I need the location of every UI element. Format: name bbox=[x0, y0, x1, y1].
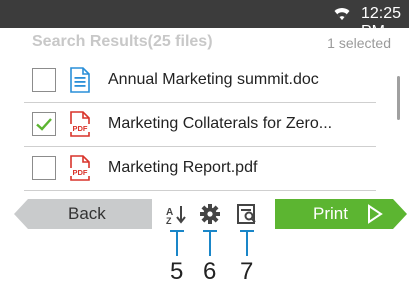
svg-text:Z: Z bbox=[166, 216, 172, 225]
callout-line bbox=[176, 230, 178, 256]
pdf-file-icon: PDF bbox=[70, 155, 90, 181]
wifi-icon bbox=[334, 8, 350, 20]
selected-count: 1 selected bbox=[327, 35, 391, 51]
doc-file-icon bbox=[70, 67, 90, 93]
pdf-label: PDF bbox=[73, 168, 88, 177]
print-label: Print bbox=[313, 204, 348, 223]
file-checkbox-checked[interactable] bbox=[32, 112, 56, 136]
file-row[interactable]: Annual Marketing summit.doc bbox=[24, 58, 376, 103]
pdf-file-icon: PDF bbox=[70, 111, 90, 137]
pdf-label: PDF bbox=[73, 124, 88, 133]
sort-icon[interactable]: A Z bbox=[165, 203, 187, 225]
preview-icon[interactable] bbox=[236, 203, 258, 225]
callout-number: 5 bbox=[170, 258, 184, 285]
file-row[interactable]: PDF Marketing Report.pdf bbox=[24, 146, 376, 191]
back-button[interactable]: Back bbox=[14, 199, 152, 229]
print-button[interactable]: Print bbox=[275, 199, 407, 229]
callout-line bbox=[246, 230, 248, 256]
callout-number: 6 bbox=[203, 258, 217, 285]
file-row[interactable]: PDF Marketing Collaterals for Zero... bbox=[24, 102, 376, 147]
file-checkbox[interactable] bbox=[32, 68, 56, 92]
scrollbar[interactable] bbox=[397, 76, 400, 120]
printer-screen: 12:25 PM Search Results(25 files) 1 sele… bbox=[0, 0, 409, 233]
file-name: Marketing Collaterals for Zero... bbox=[108, 115, 333, 132]
file-checkbox[interactable] bbox=[32, 156, 56, 180]
results-title: Search Results(25 files) bbox=[32, 33, 213, 50]
check-icon bbox=[36, 118, 52, 131]
file-name: Marketing Report.pdf bbox=[108, 159, 258, 176]
status-bar: 12:25 PM bbox=[0, 0, 409, 40]
file-name: Annual Marketing summit.doc bbox=[108, 71, 319, 88]
callout-number: 7 bbox=[240, 258, 254, 285]
back-label: Back bbox=[68, 204, 106, 223]
callout-line bbox=[209, 230, 211, 256]
gear-icon[interactable] bbox=[199, 203, 221, 225]
